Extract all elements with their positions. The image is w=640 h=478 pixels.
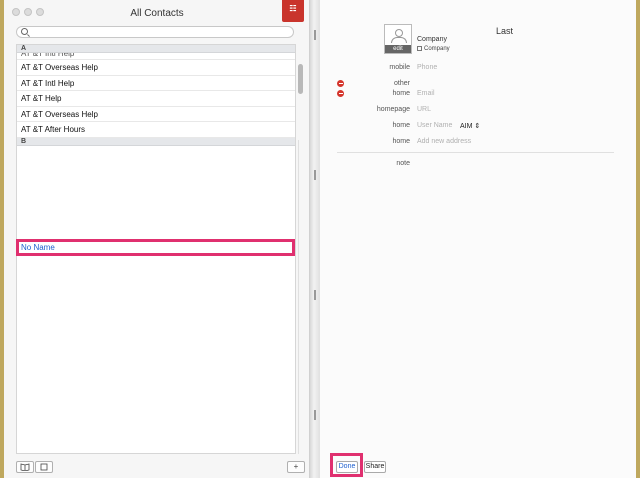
book-icon[interactable]	[16, 461, 34, 473]
done-button[interactable]: Done	[336, 461, 358, 473]
list-item[interactable]: AT &T After Hours	[17, 122, 295, 138]
list-item[interactable]: AT &T Overseas Help	[17, 107, 295, 123]
phone-field[interactable]: Phone	[417, 64, 437, 71]
add-icon[interactable]: +	[287, 461, 305, 473]
list-scroll-track	[298, 140, 304, 454]
chevron-updown-icon: ⇕	[474, 123, 481, 130]
book-spine	[310, 0, 320, 478]
selected-contact-row[interactable]: No Name	[16, 239, 295, 256]
list-scrollbar[interactable]	[298, 44, 304, 142]
window-title: All Contacts	[130, 8, 184, 19]
homepage-label[interactable]: homepage	[328, 106, 410, 113]
list-item[interactable]: AT &T Overseas Help	[17, 60, 295, 76]
im-service-select[interactable]: AIM ⇕	[460, 122, 480, 130]
right-page	[320, 0, 636, 478]
section-header-b: B	[17, 137, 295, 146]
divider	[337, 152, 614, 153]
spine-stitch	[314, 170, 316, 180]
company-field[interactable]: Company	[417, 36, 447, 43]
list-item[interactable]: AT &T Intl Help	[17, 53, 295, 60]
email-field[interactable]: Email	[417, 90, 435, 97]
last-name-field[interactable]: Last	[496, 26, 513, 36]
bookmark-glyph: ☷	[289, 4, 297, 13]
left-toolbar: +	[16, 461, 305, 473]
selected-contact-label: No Name	[21, 243, 55, 252]
username-field[interactable]: User Name	[417, 122, 452, 129]
im-label[interactable]: home	[328, 122, 410, 129]
section-header-a: A	[17, 45, 295, 53]
company-checkbox-label: Company	[424, 46, 450, 52]
photo-edit-button[interactable]: edit	[385, 45, 411, 53]
avatar[interactable]: edit	[384, 24, 412, 54]
spine-stitch	[314, 290, 316, 300]
im-service-label: AIM	[460, 123, 473, 130]
title-bar: All Contacts ☷	[4, 0, 310, 24]
search-icon	[21, 28, 28, 35]
bookmark-icon[interactable]: ☷	[282, 0, 304, 22]
other-label[interactable]: other	[328, 80, 410, 87]
list-item[interactable]: AT &T Intl Help	[17, 76, 295, 92]
avatar-head	[395, 29, 403, 37]
spine-stitch	[314, 410, 316, 420]
address-label[interactable]: home	[328, 138, 410, 145]
share-button[interactable]: Share	[364, 461, 386, 473]
search-input[interactable]	[16, 26, 294, 38]
list-item[interactable]: AT &T Help	[17, 91, 295, 107]
home-email-label[interactable]: home	[328, 90, 410, 97]
scroll-thumb[interactable]	[298, 64, 303, 94]
url-field[interactable]: URL	[417, 106, 431, 113]
note-label: note	[396, 160, 410, 167]
spine-stitch	[314, 30, 316, 40]
mobile-label[interactable]: mobile	[328, 64, 410, 71]
square-icon[interactable]	[35, 461, 53, 473]
address-field[interactable]: Add new address	[417, 138, 471, 145]
avatar-body	[391, 37, 407, 43]
company-checkbox[interactable]: Company	[417, 46, 450, 52]
checkbox-icon	[417, 46, 422, 51]
avatar-icon	[391, 29, 407, 43]
